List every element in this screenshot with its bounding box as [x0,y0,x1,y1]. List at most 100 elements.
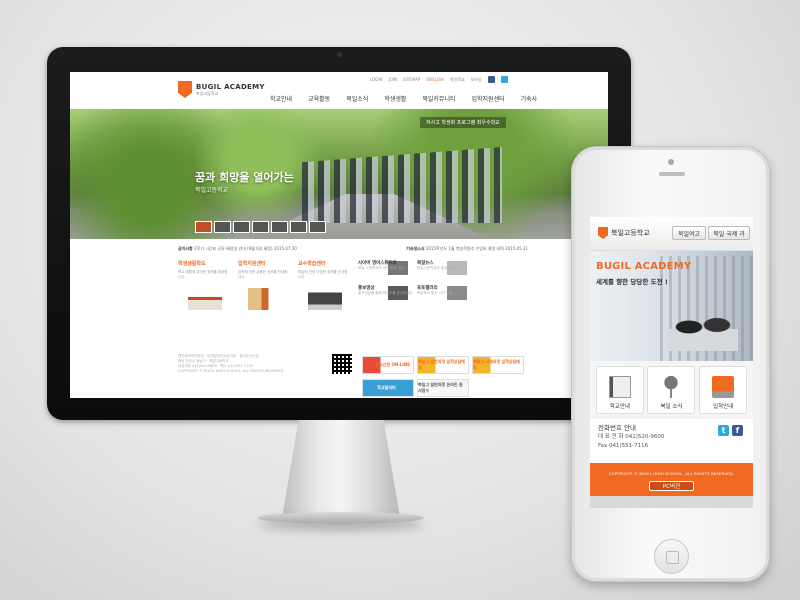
notice-1[interactable]: 공지사항 2학기 시간표 공유 배정일 안내 (9월 6일 배정) 2015.0… [178,246,297,252]
contact-main-phone[interactable]: 대 표 전 화 041)520-9600 [598,433,664,442]
news-desc: 홍보영상을 통해 북일고를 만나보세요 [358,291,413,295]
site-logo[interactable]: BUGIL ACADEMY 북일고등학교 [178,81,265,98]
hero-thumb[interactable] [252,221,269,233]
hero-thumb[interactable] [309,221,326,233]
mobile-link[interactable]: 모바일 [471,77,482,83]
school-info-button[interactable]: 학교안내 [595,366,644,414]
school-link[interactable]: 북일학교 [450,77,465,83]
nav-item-admission[interactable]: 입학지원센터 [464,94,513,103]
hero-thumb[interactable] [233,221,250,233]
hero-thumb[interactable] [290,221,307,233]
notebook-icon [608,376,631,398]
mobile-copyright: COPYRIGHT © BUGIL HIGH SCHOOL. ALL RIGHT… [608,471,735,476]
nav-item-news[interactable]: 북일소식 [338,94,376,103]
contact-info: 전화번호 안내 대 표 전 화 041)520-9600 Fax 041)551… [598,424,664,451]
facebook-icon[interactable]: f [732,425,743,436]
notice-2[interactable]: 기숙생소식 2015학년도 1월 북일학원추 수업비 결정 내역 2015.05… [406,246,528,252]
hero-thumb[interactable] [214,221,231,233]
banner-online-apply[interactable]: 북일고 일반과정 온라인 원서접수 [417,379,469,397]
mobile-site-screen: 북일고등학교 북일여고 북일 국제 과 BUGIL ACADEMY 세계를 향한… [590,217,753,508]
section-admission[interactable]: 입학지원센터 입학에 관한 유용한 정보를 안내합니다 [238,260,288,310]
mobile-hero-subtitle: 세계를 향한 당당한 도전 ! [596,278,668,286]
hero-subtitle: 북일고등학교 [195,187,229,194]
camera-icon [337,52,342,57]
social-links: t f [718,425,743,436]
notice-label: 공지사항 [178,246,193,251]
admission-label: 입학안내 [713,404,734,410]
notice-date: 2015.07.30 [273,246,297,251]
hero-slogan: 꿈과 희망을 열어가는 [195,171,294,184]
mobile-footer: COPYRIGHT © BUGIL HIGH SCHOOL. ALL RIGHT… [590,463,753,508]
students-photo [302,147,502,223]
hero-thumb[interactable] [271,221,288,233]
hero-thumbnails [195,221,326,233]
computer-icon [308,288,342,310]
hero-thumb[interactable] [195,221,212,233]
notice-text: 2학기 시간표 공유 배정일 안내 (9월 6일 배정) [194,246,273,251]
news-item[interactable]: 북일뉴스 북일고등학교의 생생한 소식 [417,260,472,275]
pc-version-button[interactable]: PC버전 [649,481,694,491]
home-button[interactable] [654,539,689,574]
twitter-icon[interactable] [500,76,508,83]
international-button[interactable]: 북일 국제 과 [708,226,750,240]
section-learning[interactable]: 교수학습센터 학습에 관한 다양한 정보를 안내합니다 [298,260,348,310]
news-button[interactable]: 북일 소식 [647,366,696,414]
monitor-stand [282,420,400,518]
nav-item-dormitory[interactable]: 기숙사 [513,94,546,103]
banner-intl-consult[interactable]: 북일고 국제과정 입학상담예약 [472,356,524,374]
nav-item-student-life[interactable]: 학생생활 [376,94,414,103]
facebook-icon[interactable] [487,76,495,83]
nav-item-community[interactable]: 북일커뮤니티 [414,94,463,103]
mobile-phone: 북일고등학교 북일여고 북일 국제 과 BUGIL ACADEMY 세계를 향한… [571,146,770,582]
microphone-icon [660,376,683,398]
nav-item-school[interactable]: 학교안내 [262,94,300,103]
nav-item-education[interactable]: 교육활동 [300,94,338,103]
desktop-monitor: LOGIN JOIN SITEMAP ENGLISH 북일학교 모바일 BUGI… [47,47,631,420]
front-camera-icon [668,159,674,165]
shield-logo-icon [178,81,192,98]
section-desc: 학교 생활에 유익한 정보를 제공합니다 [178,270,228,279]
logo-subtitle: 북일고등학교 [196,90,219,96]
section-title: 입학지원센터 [238,261,266,267]
notice-text-2: 2015학년도 1월 북일학원추 수업비 결정 내역 [425,246,504,251]
news-item[interactable]: 포토갤러리 북일학교 행사 사진 모음 [417,285,472,300]
site-footer: 개인정보처리방침 · 이메일무단수집거부 · 찾아오시는길 충남 천안시 동남구… [178,354,284,374]
twitter-icon[interactable]: t [718,425,729,436]
notice-label-2: 기숙생소식 [406,246,425,251]
mobile-header: 북일고등학교 북일여고 북일 국제 과 [590,217,753,251]
sitemap-link[interactable]: SITEMAP [403,77,420,82]
banner-grid: 급식신청 ON-LINE 북일고 일반과정 입학상담예약 북일고 국제과정 입학… [362,356,524,397]
section-desc: 입학에 관한 유용한 정보를 안내합니다 [238,270,288,279]
top-links: LOGIN JOIN SITEMAP ENGLISH 북일학교 모바일 [370,76,508,83]
mobile-hero-title: BUGIL ACADEMY [596,261,692,272]
qr-code-icon [332,354,352,374]
login-link[interactable]: LOGIN [370,77,383,82]
footer-copyright: COPYRIGHT © BUGIL HIGH SCHOOL. ALL RIGHT… [178,369,285,373]
main-nav: 학교안내 교육활동 북일소식 학생생활 북일커뮤니티 입학지원센터 기숙사 [262,94,545,103]
news-item[interactable]: 홍보영상 홍보영상을 통해 북일고를 만나보세요 [358,285,413,300]
girls-school-button[interactable]: 북일여고 [672,226,706,240]
hero-badge: 자사고 학생화 프로그램 최우수학교 [420,117,506,128]
section-desc: 학습에 관한 다양한 정보를 안내합니다 [298,270,348,279]
section-student-life[interactable]: 학생생활학도 학교 생활에 유익한 정보를 제공합니다 [178,260,228,310]
quick-sections: 학생생활학도 학교 생활에 유익한 정보를 제공합니다 입학지원센터 입학에 관… [178,260,348,310]
laptop-icon [712,376,735,398]
notice-bar: 공지사항 2학기 시간표 공유 배정일 안내 (9월 6일 배정) 2015.0… [178,246,528,252]
section-title: 교수학습센터 [298,261,326,267]
mobile-logo-text: 북일고등학교 [611,229,650,237]
section-title: 학생생활학도 [178,261,206,267]
admission-button[interactable]: 입학안내 [699,366,748,414]
hero-image: 자사고 학생화 프로그램 최우수학교 꿈과 희망을 열어가는 북일고등학교 [70,109,608,239]
join-link[interactable]: JOIN [389,77,398,82]
banner-school-info[interactable]: 학교알리미 [362,379,414,397]
banner-general-consult[interactable]: 북일고 일반과정 입학상담예약 [417,356,469,374]
news-item[interactable]: 사이버 영어스튜디오 북일 고등학교의 영어 학습 공간 [358,260,413,275]
school-info-label: 학교안내 [609,404,630,410]
banner-meal[interactable]: 급식신청 ON-LINE [362,356,414,374]
mobile-logo[interactable]: 북일고등학교 [598,227,650,239]
students-photo [668,311,738,351]
english-link[interactable]: ENGLISH [426,77,444,82]
desktop-site-screen: LOGIN JOIN SITEMAP ENGLISH 북일학교 모바일 BUGI… [70,72,608,398]
notice-date-2: 2015.05.31 [505,246,528,251]
news-grid: 사이버 영어스튜디오 북일 고등학교의 영어 학습 공간 북일뉴스 북일고등학교… [358,260,472,300]
